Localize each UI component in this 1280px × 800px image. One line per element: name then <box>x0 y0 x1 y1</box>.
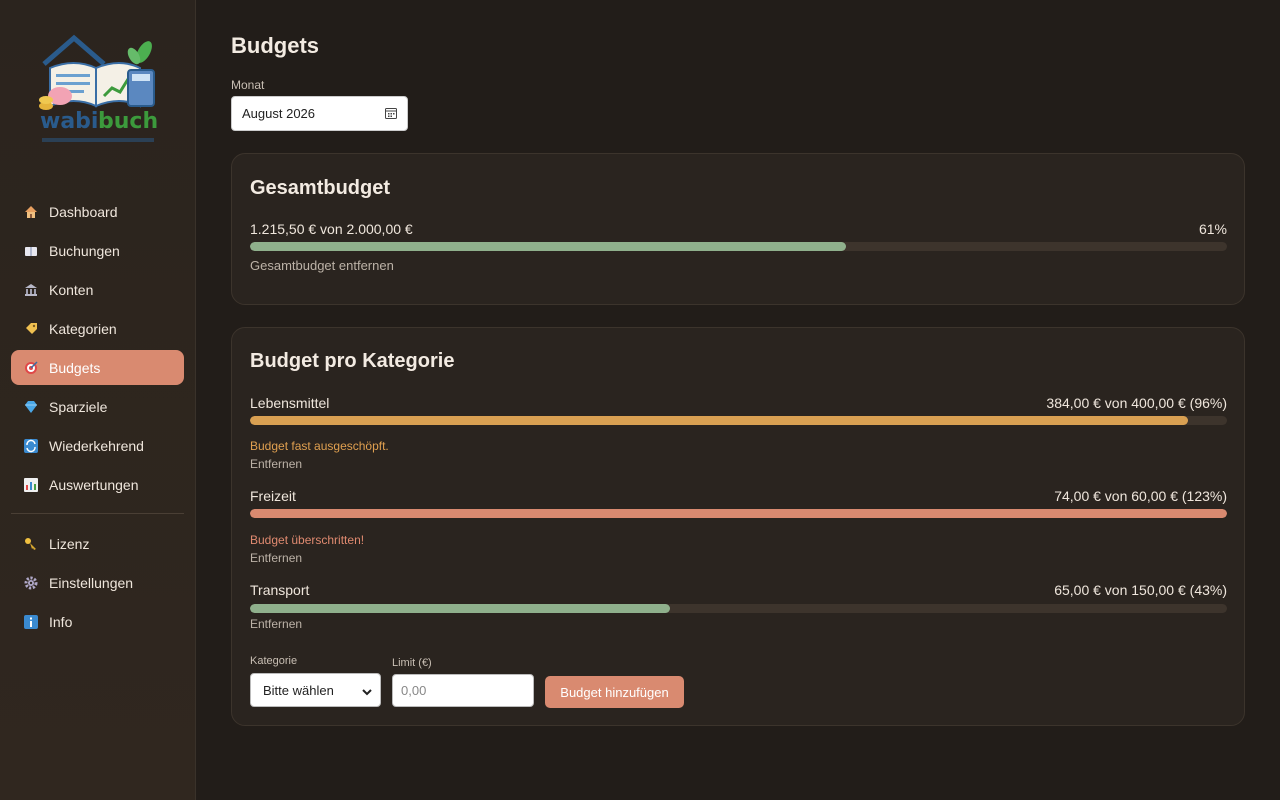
svg-text:buch: buch <box>98 109 158 134</box>
category-warning: Budget überschritten! <box>250 533 365 547</box>
total-budget-percent: 61% <box>1198 221 1227 237</box>
sidebar-nav: Dashboard Buchungen Konten Kategorien Bu… <box>11 194 184 643</box>
category-progress <box>250 416 1227 425</box>
category-name: Transport <box>250 582 310 598</box>
category-budget-title: Budget pro Kategorie <box>250 350 455 372</box>
total-budget-progress-fill <box>250 242 846 251</box>
gem-icon <box>23 399 39 415</box>
sidebar-item-konten[interactable]: Konten <box>11 272 184 307</box>
category-summary: 384,00 € von 400,00 € (96%) <box>1046 395 1227 411</box>
category-row-transport: Transport 65,00 € von 150,00 € (43%) <box>250 582 1227 598</box>
remove-category-button[interactable]: Entfernen <box>250 617 302 631</box>
sidebar-item-lizenz[interactable]: Lizenz <box>11 526 184 561</box>
sidebar-item-kategorien[interactable]: Kategorien <box>11 311 184 346</box>
tag-icon <box>23 321 39 337</box>
sidebar: wabi buch Dashboard Buchungen Konten Kat… <box>0 0 196 800</box>
category-budget-card: Budget pro Kategorie Lebensmittel 384,00… <box>231 327 1245 726</box>
sidebar-item-einstellungen[interactable]: Einstellungen <box>11 565 184 600</box>
sidebar-item-budgets[interactable]: Budgets <box>11 350 184 385</box>
sidebar-item-label: Buchungen <box>49 242 120 259</box>
chart-icon <box>23 477 39 493</box>
chevron-down-icon <box>362 685 372 700</box>
sidebar-item-label: Einstellungen <box>49 574 134 591</box>
month-picker[interactable]: August 2026 <box>231 96 408 131</box>
page-title: Budgets <box>231 33 319 58</box>
calendar-icon[interactable] <box>385 107 397 119</box>
limit-field-label: Limit (€) <box>392 657 432 669</box>
sidebar-item-auswertungen[interactable]: Auswertungen <box>11 467 184 502</box>
svg-text:wabi: wabi <box>40 109 98 134</box>
sidebar-item-label: Budgets <box>49 359 101 376</box>
target-icon <box>23 360 39 376</box>
category-row-lebensmittel: Lebensmittel 384,00 € von 400,00 € (96%) <box>250 395 1227 411</box>
app-logo[interactable]: wabi buch <box>36 34 160 148</box>
sidebar-item-wiederkehrend[interactable]: Wiederkehrend <box>11 428 184 463</box>
sidebar-item-dashboard[interactable]: Dashboard <box>11 194 184 229</box>
category-summary: 65,00 € von 150,00 € (43%) <box>1054 582 1227 598</box>
remove-category-button[interactable]: Entfernen <box>250 551 302 565</box>
category-name: Lebensmittel <box>250 395 330 411</box>
info-icon <box>23 614 39 630</box>
category-summary: 74,00 € von 60,00 € (123%) <box>1054 488 1227 504</box>
bank-icon <box>23 282 39 298</box>
category-progress <box>250 604 1227 613</box>
sidebar-item-label: Kategorien <box>49 320 117 337</box>
repeat-icon <box>23 438 39 454</box>
sidebar-item-label: Konten <box>49 281 94 298</box>
total-budget-title: Gesamtbudget <box>250 177 391 199</box>
sidebar-item-sparziele[interactable]: Sparziele <box>11 389 184 424</box>
category-select-value: Bitte wählen <box>263 682 334 698</box>
category-progress-fill <box>250 416 1188 425</box>
limit-input[interactable]: 0,00 <box>392 674 534 707</box>
sidebar-item-label: Info <box>49 613 73 630</box>
total-budget-summary: 1.215,50 € von 2.000,00 € <box>250 221 413 237</box>
sidebar-item-buchungen[interactable]: Buchungen <box>11 233 184 268</box>
category-progress <box>250 509 1227 518</box>
sidebar-item-label: Dashboard <box>49 203 118 220</box>
sidebar-item-label: Wiederkehrend <box>49 437 144 454</box>
remove-total-budget-link[interactable]: Gesamtbudget entfernen <box>250 258 394 273</box>
category-progress-fill <box>250 604 671 613</box>
category-select[interactable]: Bitte wählen <box>250 673 381 707</box>
key-icon <box>23 536 39 552</box>
sidebar-divider <box>11 513 184 514</box>
gear-icon <box>23 575 39 591</box>
category-progress-fill <box>250 509 1227 518</box>
total-budget-card: Gesamtbudget 1.215,50 € von 2.000,00 € 6… <box>231 153 1245 305</box>
book-icon <box>23 243 39 259</box>
category-field-label: Kategorie <box>250 655 298 667</box>
category-row-freizeit: Freizeit 74,00 € von 60,00 € (123%) <box>250 488 1227 504</box>
limit-input-placeholder: 0,00 <box>401 683 427 698</box>
total-budget-summary-row: 1.215,50 € von 2.000,00 € 61% <box>250 221 1227 237</box>
category-warning: Budget fast ausgeschöpft. <box>250 439 389 453</box>
add-budget-button[interactable]: Budget hinzufügen <box>545 676 684 708</box>
house-icon <box>23 204 39 220</box>
sidebar-item-info[interactable]: Info <box>11 604 184 639</box>
remove-category-button[interactable]: Entfernen <box>250 457 302 471</box>
month-label: Monat <box>231 78 265 92</box>
total-budget-progress <box>250 242 1227 251</box>
sidebar-item-label: Auswertungen <box>49 476 139 493</box>
sidebar-item-label: Lizenz <box>49 535 90 552</box>
category-name: Freizeit <box>250 488 296 504</box>
month-value: August 2026 <box>242 106 316 121</box>
sidebar-item-label: Sparziele <box>49 398 108 415</box>
